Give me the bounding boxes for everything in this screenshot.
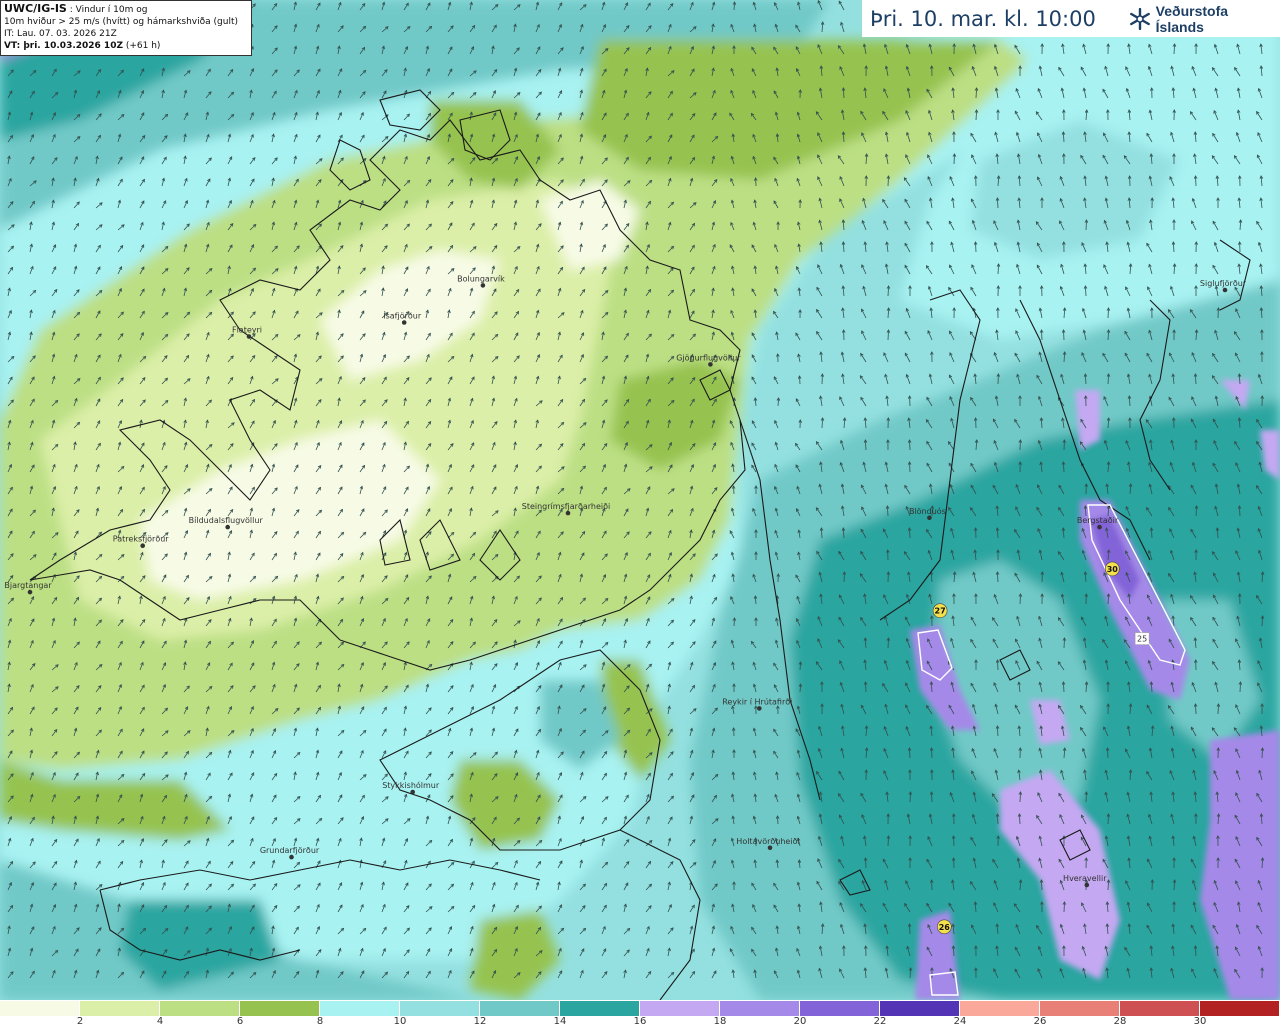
wind-vector xyxy=(1041,329,1043,341)
wind-vector xyxy=(909,791,911,803)
wind-vector xyxy=(887,835,889,847)
wind-vector xyxy=(931,791,933,803)
wind-vector xyxy=(887,175,889,187)
wind-vector xyxy=(909,439,911,451)
wind-vector xyxy=(1019,593,1021,605)
wind-vector xyxy=(1195,703,1197,715)
wind-vector xyxy=(1063,901,1065,913)
wind-vector xyxy=(909,461,911,473)
wind-vector xyxy=(1107,813,1109,825)
wind-vector xyxy=(1019,791,1021,803)
wind-field-map[interactable]: BolungarvíkÍsafjörðurFlateyriPatreksfjör… xyxy=(0,0,1280,1000)
wind-vector xyxy=(1195,175,1197,187)
wind-vector xyxy=(1063,637,1065,649)
wind-vector xyxy=(865,681,867,693)
wind-vector xyxy=(887,329,889,341)
wind-vector xyxy=(1085,219,1087,231)
wind-vector xyxy=(1239,681,1241,693)
wind-vector xyxy=(931,747,933,759)
wind-vector xyxy=(909,923,911,935)
wind-vector xyxy=(865,857,867,869)
wind-vector xyxy=(953,153,955,165)
wind-vector xyxy=(1107,747,1109,759)
wind-vector xyxy=(1217,703,1219,715)
wind-vector xyxy=(1063,329,1065,341)
weather-map-view: Bolungarvík Ísafjörður Flateyri Patreksfjör… xyxy=(0,0,1280,1030)
wind-vector xyxy=(887,637,889,649)
wind-vector xyxy=(953,835,955,847)
